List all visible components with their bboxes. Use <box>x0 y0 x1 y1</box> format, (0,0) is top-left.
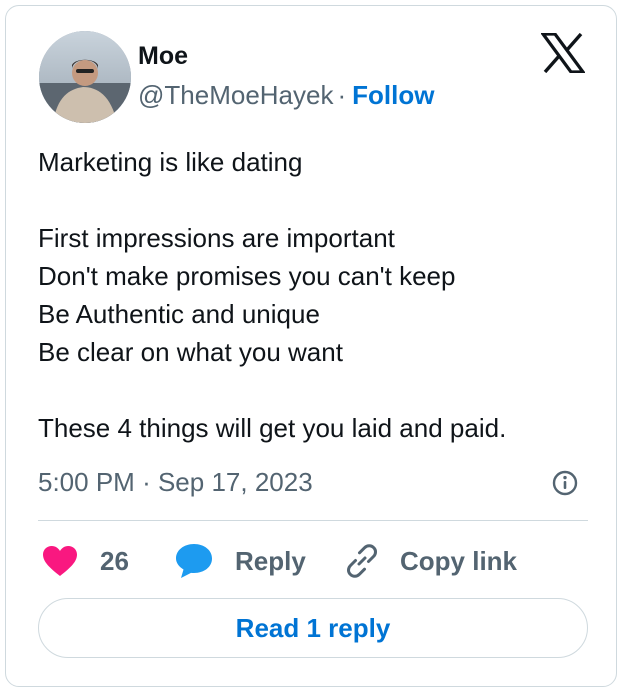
tweet-date: Sep 17, 2023 <box>157 467 313 497</box>
separator-dot: · <box>337 80 347 110</box>
tweet-line <box>38 181 598 219</box>
divider <box>38 520 588 521</box>
link-icon <box>346 544 378 578</box>
separator-dot: · <box>142 467 151 497</box>
tweet-line: Be clear on what you want <box>38 337 343 367</box>
author-handle-row: @TheMoeHayek · Follow <box>138 79 434 111</box>
reply-label: Reply <box>235 545 306 576</box>
reply-button[interactable]: Reply <box>175 541 306 581</box>
author-handle[interactable]: @TheMoeHayek <box>138 80 333 110</box>
info-icon[interactable] <box>551 469 579 497</box>
heart-icon <box>43 546 77 576</box>
copy-link-label: Copy link <box>400 545 518 576</box>
tweet-line <box>38 371 598 409</box>
copy-link-button[interactable]: Copy link <box>344 541 517 581</box>
tweet-timestamp[interactable]: 5:00 PM · Sep 17, 2023 <box>38 466 313 498</box>
author-name[interactable]: Moe <box>138 41 188 71</box>
follow-button[interactable]: Follow <box>352 80 434 110</box>
avatar[interactable] <box>39 31 131 123</box>
x-logo-icon[interactable] <box>539 32 587 74</box>
tweet-line: Be Authentic and unique <box>38 299 320 329</box>
tweet-card: Moe @TheMoeHayek · Follow Marketing is lik… <box>5 5 617 687</box>
tweet-line: These 4 things will get you laid and pai… <box>38 413 507 443</box>
tweet-text: Marketing is like dating First impressio… <box>38 143 598 447</box>
tweet-line: First impressions are important <box>38 223 395 253</box>
like-count: 26 <box>100 545 129 576</box>
tweet-line: Don't make promises you can't keep <box>38 261 456 291</box>
like-button[interactable]: 26 <box>42 541 129 581</box>
tweet-time: 5:00 PM <box>38 467 135 497</box>
read-replies-button[interactable]: Read 1 reply <box>38 598 588 658</box>
profile-photo-icon <box>39 31 131 123</box>
tweet-line: Marketing is like dating <box>38 147 303 177</box>
reply-bubble-icon <box>176 544 212 578</box>
